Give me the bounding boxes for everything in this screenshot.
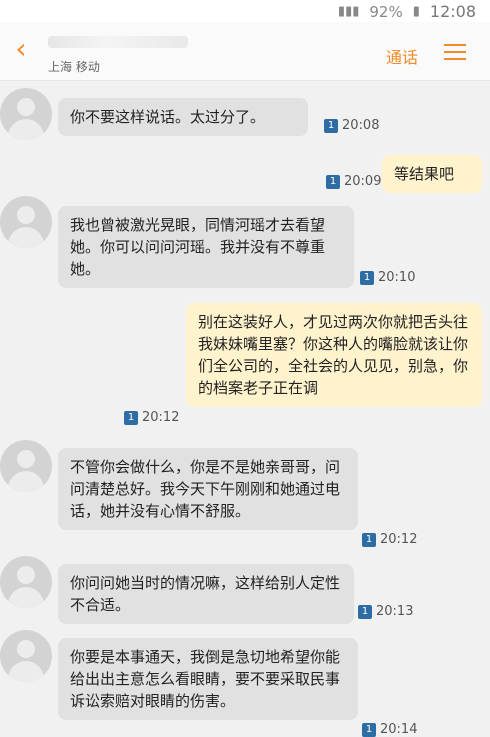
sim-icon: 1 [362, 722, 376, 737]
outgoing-message: 别在这装好人，才见过两次你就把舌头往我妹妹嘴里塞？你这种人的嘴脸就该让你们全公司… [186, 303, 482, 407]
sim-icon: 1 [360, 270, 374, 285]
message-meta: 1 20:10 [360, 270, 415, 285]
sim-icon: 1 [124, 410, 138, 425]
incoming-message: 你不要这样说话。太过分了。 [58, 98, 308, 136]
call-button[interactable]: 通话 [386, 44, 418, 68]
message-text: 你不要这样说话。太过分了。 [70, 108, 266, 126]
message-text: 你要是本事通天，我倒是急切地希望你能给出出主意怎么看眼睛，要不要采取民事诉讼索赔… [70, 648, 341, 710]
contact-avatar [0, 630, 52, 682]
contact-name-redacted [48, 36, 188, 48]
contact-avatar [0, 196, 52, 248]
battery-level: 92% [369, 2, 403, 21]
sim-icon: 1 [362, 532, 376, 547]
contact-avatar [0, 440, 52, 492]
message-time: 20:12 [380, 532, 418, 547]
message-text: 等结果吧 [394, 165, 455, 183]
clock: 12:08 [429, 2, 476, 21]
message-meta: 1 20:14 [362, 722, 417, 737]
battery-icon: ▮ [412, 4, 420, 19]
outgoing-message: 等结果吧 [382, 155, 482, 193]
message-text: 我也曾被激光晃眼，同情河瑶才去看望她。你可以问问河瑶。我并没有不尊重她。 [70, 216, 326, 278]
message-text: 你问问她当时的情况嘛，这样给别人定性不合适。 [70, 574, 341, 614]
message-text: 不管你会做什么，你是不是她亲哥哥，问问清楚总好。我今天下午刚刚和她通过电话，她并… [70, 458, 341, 520]
incoming-message: 你要是本事通天，我倒是急切地希望你能给出出主意怎么看眼睛，要不要采取民事诉讼索赔… [58, 638, 358, 720]
menu-icon[interactable] [444, 40, 466, 62]
contact-avatar [0, 556, 52, 608]
status-bar: ▮▮▮ 92% ▮ 12:08 [0, 0, 490, 22]
message-time: 20:09 [344, 174, 382, 189]
incoming-message: 不管你会做什么，你是不是她亲哥哥，问问清楚总好。我今天下午刚刚和她通过电话，她并… [58, 448, 358, 530]
sim-icon: 1 [358, 604, 372, 619]
conversation-header: ‹ 上海 移动 通话 [0, 22, 490, 81]
message-text: 别在这装好人，才见过两次你就把舌头往我妹妹嘴里塞？你这种人的嘴脸就该让你们全公司… [198, 313, 469, 397]
message-meta: 1 20:12 [124, 410, 179, 425]
back-chevron-icon[interactable]: ‹ [8, 34, 34, 64]
sim-icon: 1 [324, 118, 338, 133]
carrier-label: 上海 移动 [48, 60, 100, 74]
message-time: 20:10 [378, 270, 416, 285]
message-time: 20:12 [142, 410, 180, 425]
message-time: 20:14 [380, 722, 418, 737]
contact-avatar [0, 88, 52, 140]
message-meta: 1 20:13 [358, 604, 413, 619]
message-time: 20:13 [376, 604, 414, 619]
message-meta: 1 20:09 [326, 174, 381, 189]
signal-icon: ▮▮▮ [337, 4, 360, 19]
message-time: 20:08 [342, 118, 380, 133]
sim-icon: 1 [326, 174, 340, 189]
incoming-message: 你问问她当时的情况嘛，这样给别人定性不合适。 [58, 564, 354, 624]
message-meta: 1 20:12 [362, 532, 417, 547]
message-meta: 1 20:08 [324, 118, 379, 133]
incoming-message: 我也曾被激光晃眼，同情河瑶才去看望她。你可以问问河瑶。我并没有不尊重她。 [58, 206, 354, 288]
